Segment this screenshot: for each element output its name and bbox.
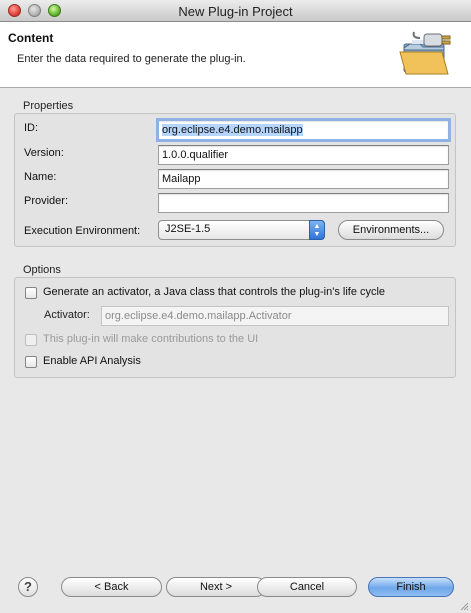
- name-field[interactable]: Mailapp: [158, 169, 449, 189]
- version-label: Version:: [24, 147, 64, 159]
- api-analysis-label: Enable API Analysis: [43, 355, 141, 367]
- environments-button[interactable]: Environments...: [338, 220, 444, 240]
- generate-activator-label: Generate an activator, a Java class that…: [43, 286, 386, 298]
- wizard-header: Content Enter the data required to gener…: [0, 22, 471, 88]
- up-down-arrows-icon: ▲ ▼: [309, 220, 325, 240]
- page-title: Content: [8, 31, 54, 45]
- window-title: New Plug-in Project: [178, 4, 293, 19]
- execution-environment-select[interactable]: J2SE-1.5 ▲ ▼: [158, 220, 325, 240]
- properties-group-label: Properties: [23, 100, 74, 112]
- back-button[interactable]: < Back: [61, 577, 162, 597]
- execution-environment-value: J2SE-1.5: [165, 223, 211, 235]
- id-field[interactable]: org.eclipse.e4.demo.mailapp: [156, 118, 451, 142]
- version-field[interactable]: 1.0.0.qualifier: [158, 145, 449, 165]
- options-group-label: Options: [23, 264, 61, 276]
- generate-activator-checkbox[interactable]: [25, 287, 37, 299]
- activator-label: Activator:: [44, 309, 90, 321]
- help-icon[interactable]: ?: [18, 577, 38, 597]
- next-button[interactable]: Next >: [166, 577, 266, 597]
- plugin-folder-icon: [399, 31, 451, 75]
- page-description: Enter the data required to generate the …: [17, 53, 246, 65]
- name-label: Name:: [24, 171, 57, 183]
- ui-contributions-checkbox: [25, 334, 37, 346]
- id-field-value: org.eclipse.e4.demo.mailapp: [162, 124, 303, 136]
- finish-button[interactable]: Finish: [368, 577, 454, 597]
- activator-field: org.eclipse.e4.demo.mailapp.Activator: [101, 306, 449, 326]
- execution-environment-label: Execution Environment:: [24, 225, 141, 237]
- provider-field[interactable]: [158, 193, 449, 213]
- id-label: ID:: [24, 122, 39, 134]
- api-analysis-checkbox[interactable]: [25, 356, 37, 368]
- ui-contributions-label: This plug-in will make contributions to …: [43, 333, 259, 345]
- title-bar: New Plug-in Project: [0, 0, 471, 22]
- cancel-button[interactable]: Cancel: [257, 577, 357, 597]
- resize-grip-icon[interactable]: [459, 601, 469, 611]
- provider-label: Provider:: [24, 195, 69, 207]
